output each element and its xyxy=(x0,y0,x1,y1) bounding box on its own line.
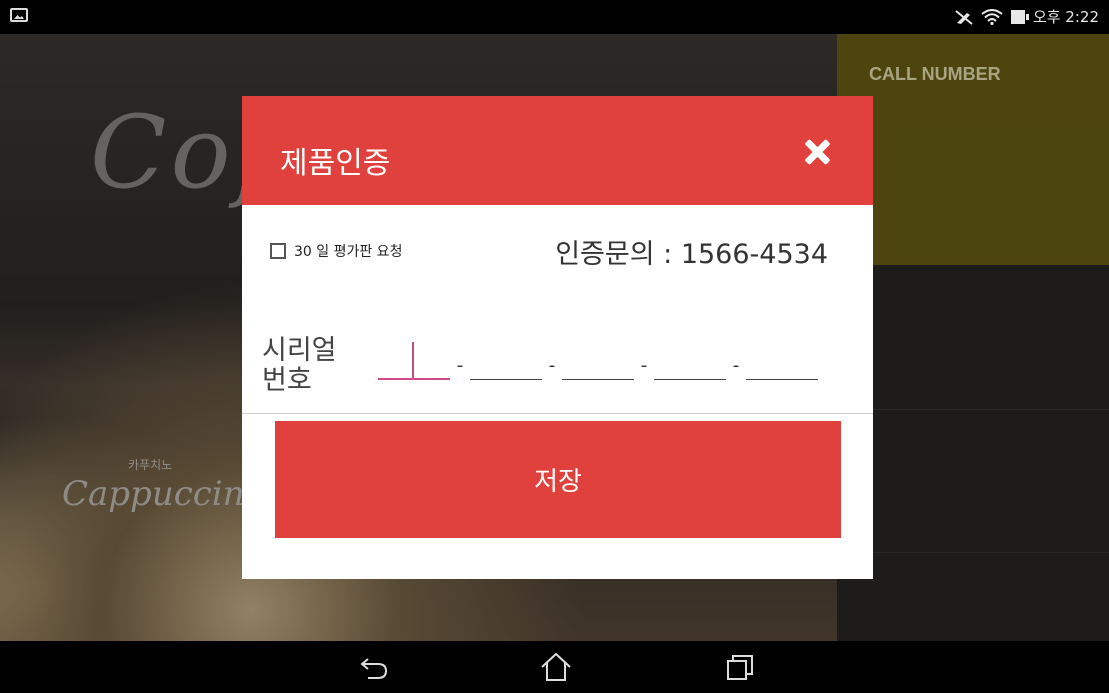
dialog-header: 제품인증 xyxy=(242,96,873,205)
serial-input-5[interactable] xyxy=(746,360,818,380)
status-time: 오후 2:22 xyxy=(1032,8,1099,26)
product-auth-dialog: 제품인증 30 일 평가판 요청 인증문의 : 1566-4534 시리얼 번호… xyxy=(242,96,873,579)
serial-separator: - xyxy=(640,355,648,376)
dialog-divider xyxy=(242,413,873,414)
wifi-icon xyxy=(981,8,1003,25)
serial-input-3[interactable] xyxy=(562,360,634,380)
mute-icon xyxy=(955,9,973,25)
serial-input-1[interactable] xyxy=(378,342,450,380)
trial-request-checkbox[interactable]: 30 일 평가판 요청 xyxy=(270,241,402,261)
close-icon[interactable] xyxy=(803,138,831,166)
back-icon[interactable] xyxy=(356,651,392,683)
save-button[interactable]: 저장 xyxy=(275,421,841,538)
nav-bar xyxy=(0,641,1109,693)
image-icon xyxy=(10,8,28,22)
recent-apps-icon[interactable] xyxy=(722,651,758,683)
serial-number-fields: - - - - xyxy=(378,342,818,380)
serial-separator: - xyxy=(456,355,464,376)
status-bar: 오후 2:22 xyxy=(0,0,1109,34)
serial-number-label: 시리얼 번호 xyxy=(262,335,337,396)
dialog-title: 제품인증 xyxy=(280,146,391,181)
serial-separator: - xyxy=(732,355,740,376)
home-icon[interactable] xyxy=(538,651,574,683)
trial-request-label: 30 일 평가판 요청 xyxy=(294,244,403,260)
checkbox-box[interactable] xyxy=(270,243,286,259)
serial-input-2[interactable] xyxy=(470,360,542,380)
serial-input-4[interactable] xyxy=(654,360,726,380)
battery-icon xyxy=(1010,9,1029,24)
status-icons: 오후 2:22 xyxy=(955,6,1099,27)
serial-separator: - xyxy=(548,355,556,376)
auth-inquiry-phone: 인증문의 : 1566-4534 xyxy=(555,239,828,270)
